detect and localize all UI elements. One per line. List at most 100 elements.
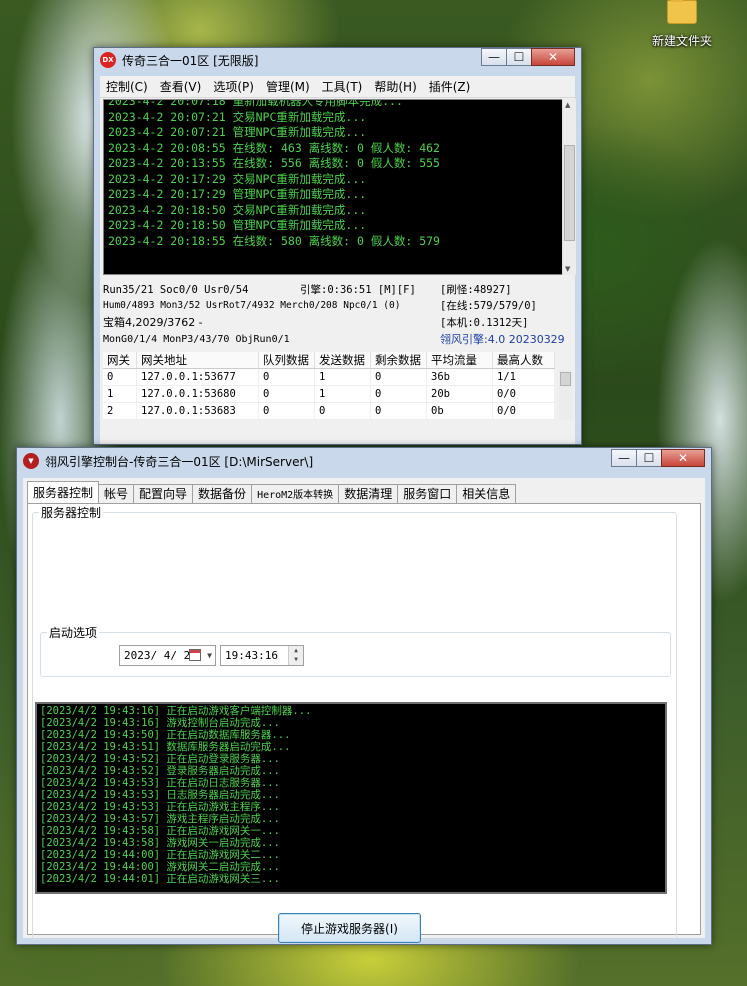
table-cell: 127.0.0.1:53680 [137, 386, 259, 402]
window-title: 翎风引擎控制台-传奇三合一01区 [D:\MirServer\] [45, 454, 314, 469]
log-line: [2023/4/2 19:43:52] 登录服务器启动完成... [40, 765, 280, 777]
log-line: 2023-4-2 20:07:18 重新加载机器人专用脚本完成... [108, 99, 403, 108]
time-spinner[interactable]: ▲ ▼ [288, 646, 303, 665]
close-button[interactable]: ✕ [661, 449, 705, 467]
log-line: 2023-4-2 20:08:55 在线数: 463 离线数: 0 假人数: 4… [108, 140, 440, 155]
date-value: 2023/ 4/ 2 [124, 649, 191, 662]
engine-version: 翎风引擎:4.0 20230329 [440, 333, 565, 346]
tab-account[interactable]: 帐号 [98, 484, 135, 503]
table-row[interactable]: 0 127.0.0.1:53677 0 1 0 36b 1/1 [103, 369, 555, 386]
calendar-icon[interactable] [189, 649, 201, 661]
time-picker[interactable]: 19:43:16 ▲ ▼ [220, 645, 304, 666]
tab-service-window[interactable]: 服务窗口 [397, 484, 458, 503]
tab-data-cleanup[interactable]: 数据清理 [338, 484, 399, 503]
local-uptime: [本机:0.1312天] [440, 317, 529, 329]
minimize-icon: — [618, 451, 630, 465]
column-header[interactable]: 平均流量 [427, 352, 493, 368]
chest-stats: 宝箱4,2029/3762 - [103, 316, 203, 329]
stop-server-button[interactable]: 停止游戏服务器(I) [278, 913, 421, 943]
tab-server-control[interactable]: 服务器控制 [27, 481, 100, 503]
log-line: 2023-4-2 20:17:29 管理NPC重新加载完成... [108, 187, 367, 201]
column-header[interactable]: 剩余数据 [371, 352, 427, 368]
run-stats: Run35/21 Soc0/0 Usr0/54 [103, 284, 249, 296]
date-picker[interactable]: 2023/ 4/ 2 ▼ [119, 645, 216, 666]
server-main-window: DX 传奇三合一01区 [无限版] — ☐ ✕ 控制(C) 查看(V) 选项(P… [93, 47, 582, 445]
minimize-button[interactable]: — [611, 449, 637, 467]
table-cell: 0 [371, 369, 427, 385]
gateway-table: 网关 网关地址 队列数据 发送数据 剩余数据 平均流量 最高人数 0 127.0… [103, 352, 555, 420]
tab-bar: 服务器控制 帐号 配置向导 数据备份 HeroM2版本转换 数据清理 服务窗口 … [27, 481, 517, 503]
desktop-folder-label: 新建文件夹 [651, 34, 712, 48]
log-line: [2023/4/2 19:44:01] 正在启动游戏网关三... [40, 873, 280, 885]
startup-log[interactable]: [2023/4/2 19:43:16] 正在启动游戏客户端控制器... [202… [35, 702, 667, 894]
tab-herom2-convert[interactable]: HeroM2版本转换 [251, 484, 340, 503]
menu-tools[interactable]: 工具(T) [316, 78, 369, 95]
scroll-thumb[interactable] [560, 372, 571, 386]
log-line: 2023-4-2 20:13:55 在线数: 556 离线数: 0 假人数: 5… [108, 156, 440, 170]
time-value: 19:43:16 [225, 649, 278, 662]
table-cell: 127.0.0.1:53683 [137, 403, 259, 419]
table-row[interactable]: 1 127.0.0.1:53680 0 1 0 20b 0/0 [103, 386, 555, 403]
engine-time: 引擎:0:36:51 [M][F] [300, 284, 416, 296]
chevron-down-icon[interactable]: ▼ [207, 646, 212, 665]
log-line: [2023/4/2 19:43:50] 正在启动数据库服务器... [40, 729, 291, 741]
table-cell: 20b [427, 386, 493, 402]
log-line: [2023/4/2 19:44:00] 正在启动游戏网关二... [40, 849, 280, 861]
minimize-button[interactable]: — [481, 48, 507, 66]
table-cell: 36b [427, 369, 493, 385]
menu-options[interactable]: 选项(P) [207, 78, 260, 95]
scroll-thumb[interactable] [564, 145, 575, 241]
log-line: [2023/4/2 19:43:53] 正在启动日志服务器... [40, 777, 280, 789]
app-logo-icon: DX [100, 52, 116, 68]
column-header[interactable]: 网关 [103, 352, 137, 368]
maximize-button[interactable]: ☐ [506, 48, 532, 66]
folder-icon [667, 0, 697, 24]
close-icon: ✕ [677, 451, 689, 465]
table-cell: 0 [315, 403, 371, 419]
maximize-icon: ☐ [513, 50, 525, 64]
log-line: [2023/4/2 19:43:53] 正在启动游戏主程序... [40, 801, 280, 813]
log-scrollbar[interactable]: ▲ ▼ [562, 99, 576, 275]
menu-manage[interactable]: 管理(M) [260, 78, 316, 95]
table-cell: 1/1 [493, 369, 555, 385]
log-line: 2023-4-2 20:17:29 交易NPC重新加载完成... [108, 171, 367, 186]
column-header[interactable]: 队列数据 [259, 352, 315, 368]
table-scrollbar[interactable] [559, 370, 573, 420]
maximize-icon: ☐ [643, 451, 655, 465]
scroll-down-icon[interactable]: ▼ [565, 265, 570, 273]
maximize-button[interactable]: ☐ [636, 449, 662, 467]
tab-panel-server-control: 服务器控制 启动选项 2023/ 4/ 2 ▼ 19:43:16 ▲ ▼ [202… [27, 503, 701, 943]
group-title-server-control: 服务器控制 [39, 504, 104, 521]
menu-control[interactable]: 控制(C) [100, 78, 154, 95]
column-header[interactable]: 最高人数 [493, 352, 555, 368]
menu-view[interactable]: 查看(V) [154, 78, 208, 95]
table-cell: 0 [259, 403, 315, 419]
title-bar[interactable]: DX 传奇三合一01区 [无限版] — ☐ ✕ [94, 48, 581, 72]
scroll-up-icon[interactable]: ▲ [565, 101, 570, 109]
minimize-icon: — [488, 50, 500, 64]
mon-stats: MonG0/1/4 MonP3/43/70 ObjRun0/1 [103, 334, 290, 345]
menu-help[interactable]: 帮助(H) [368, 78, 422, 95]
table-cell: 0 [259, 386, 315, 402]
tab-related-info[interactable]: 相关信息 [456, 484, 517, 503]
table-cell: 2 [103, 403, 137, 419]
close-button[interactable]: ✕ [531, 48, 575, 66]
table-cell: 0 [103, 369, 137, 385]
column-header[interactable]: 发送数据 [315, 352, 371, 368]
table-cell: 1 [103, 386, 137, 402]
desktop-folder-icon[interactable]: 新建文件夹 [646, 0, 718, 49]
tab-herom2-label: HeroM2版本转换 [257, 490, 334, 501]
refresh-count: [刷怪:48927] [440, 284, 512, 296]
tab-config-wizard[interactable]: 配置向导 [133, 484, 194, 503]
menu-plugins[interactable]: 插件(Z) [423, 78, 477, 95]
tab-data-backup[interactable]: 数据备份 [192, 484, 253, 503]
table-row[interactable]: 2 127.0.0.1:53683 0 0 0 0b 0/0 [103, 403, 555, 420]
log-line: [2023/4/2 19:43:16] 正在启动游戏客户端控制器... [40, 705, 312, 717]
engine-console-window: ▼ 翎风引擎控制台-传奇三合一01区 [D:\MirServer\] — ☐ ✕… [16, 447, 712, 945]
table-cell: 127.0.0.1:53677 [137, 369, 259, 385]
status-panel: Run35/21 Soc0/0 Usr0/54 引擎:0:36:51 [M][F… [103, 282, 573, 352]
column-header[interactable]: 网关地址 [137, 352, 259, 368]
server-log[interactable]: 2023-4-2 20:07:18 重新加载机器人专用脚本完成... 2023-… [103, 99, 567, 275]
menu-bar: 控制(C) 查看(V) 选项(P) 管理(M) 工具(T) 帮助(H) 插件(Z… [100, 76, 575, 98]
title-bar[interactable]: ▼ 翎风引擎控制台-传奇三合一01区 [D:\MirServer\] — ☐ ✕ [17, 448, 711, 474]
